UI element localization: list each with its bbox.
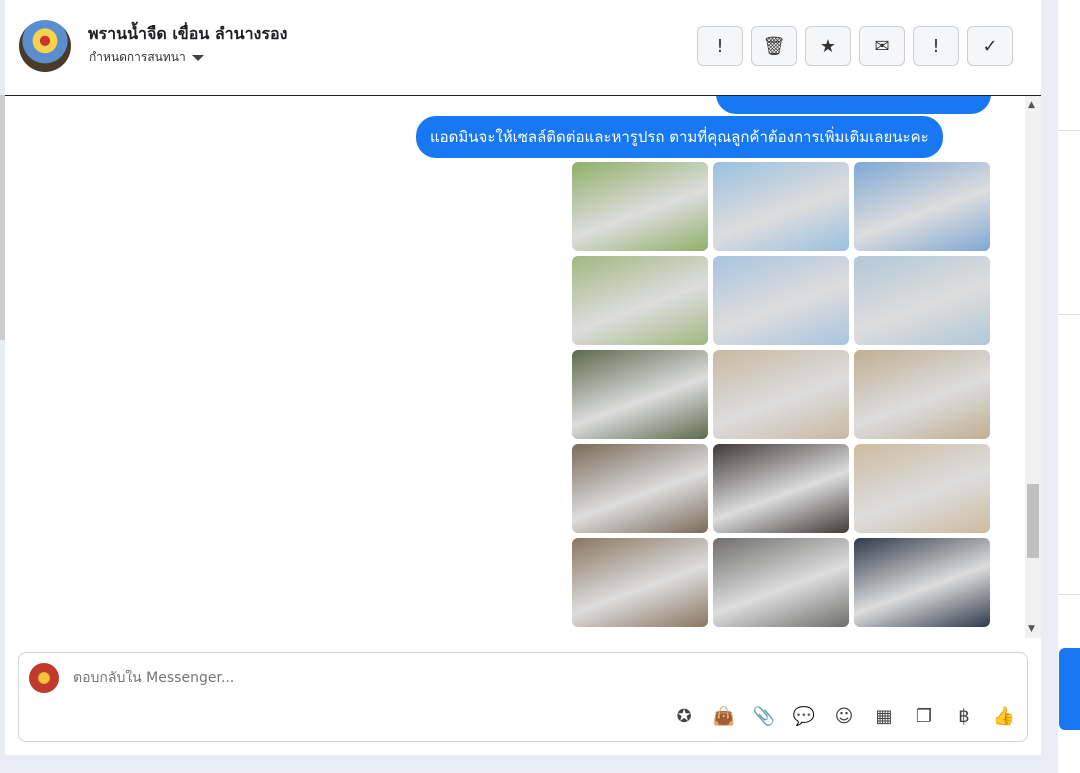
photo-grid (572, 162, 990, 627)
photo-attachment[interactable] (572, 162, 708, 251)
message-bubble-cut (716, 96, 991, 114)
shop-bag-icon[interactable]: 👜 (711, 703, 737, 729)
attachment-icon[interactable]: 📎 (751, 703, 777, 729)
star-button[interactable]: ★ (805, 26, 851, 66)
scrollbar[interactable]: ▲ ▼ (1025, 96, 1041, 638)
conversation-settings-dropdown[interactable]: กำหนดการสนทนา (89, 48, 204, 67)
composer: ✪ 👜 📎 💬 ☺ ▦ ❐ ฿ 👍 (18, 652, 1028, 742)
photo-attachment[interactable] (713, 162, 849, 251)
reply-input[interactable] (73, 670, 673, 686)
photo-attachment[interactable] (713, 256, 849, 345)
photo-attachment[interactable] (572, 256, 708, 345)
contact-name: พรานน้ำจืด เขื่อน ลำนางรอง (88, 24, 288, 43)
like-icon[interactable]: 👍 (991, 703, 1017, 729)
scroll-up-icon[interactable]: ▲ (1028, 100, 1035, 110)
follow-up-button[interactable]: ! (913, 26, 959, 66)
scroll-thumb[interactable] (1027, 484, 1039, 558)
photo-attachment[interactable] (572, 444, 708, 533)
message-bubble: แอดมินจะให้เซลล์ติดต่อและหารูปรถ ตามที่ค… (416, 116, 943, 158)
photo-attachment[interactable] (854, 256, 990, 345)
composer-tools: ✪ 👜 📎 💬 ☺ ▦ ❐ ฿ 👍 (671, 703, 1017, 729)
caret-down-icon (191, 54, 204, 61)
conversation-header: พรานน้ำจืด เขื่อน ลำนางรอง กำหนดการสนทนา… (5, 0, 1041, 96)
subtitle-label: กำหนดการสนทนา (89, 50, 186, 64)
spam-button[interactable]: ! (697, 26, 743, 66)
delete-button[interactable]: 🗑 (751, 26, 797, 66)
emoji-icon[interactable]: ☺ (831, 703, 857, 729)
photo-attachment[interactable] (854, 538, 990, 627)
photo-attachment[interactable] (854, 444, 990, 533)
photo-attachment[interactable] (854, 350, 990, 439)
page-avatar (29, 663, 59, 693)
photo-attachment[interactable] (713, 444, 849, 533)
baht-icon[interactable]: ฿ (951, 703, 977, 729)
saved-reply-icon[interactable]: ✪ (671, 703, 697, 729)
action-toolbar: ! 🗑 ★ ✉! ✓ (697, 26, 1013, 66)
done-button[interactable]: ✓ (967, 26, 1013, 66)
table-icon[interactable]: ▦ (871, 703, 897, 729)
chat-bubble-icon[interactable]: 💬 (791, 703, 817, 729)
photo-attachment[interactable] (854, 162, 990, 251)
sidebar-button[interactable] (1059, 648, 1080, 730)
message-list: แอดมินจะให้เซลล์ติดต่อและหารูปรถ ตามที่ค… (5, 96, 1025, 638)
photo-attachment[interactable] (572, 538, 708, 627)
photo-attachment[interactable] (713, 350, 849, 439)
mark-unread-button[interactable]: ✉ (859, 26, 905, 66)
avatar[interactable] (19, 20, 71, 72)
photo-attachment[interactable] (713, 538, 849, 627)
right-sidebar (1058, 0, 1080, 773)
photo-attachment[interactable] (572, 350, 708, 439)
scroll-down-icon[interactable]: ▼ (1028, 624, 1035, 634)
documents-icon[interactable]: ❐ (911, 703, 937, 729)
